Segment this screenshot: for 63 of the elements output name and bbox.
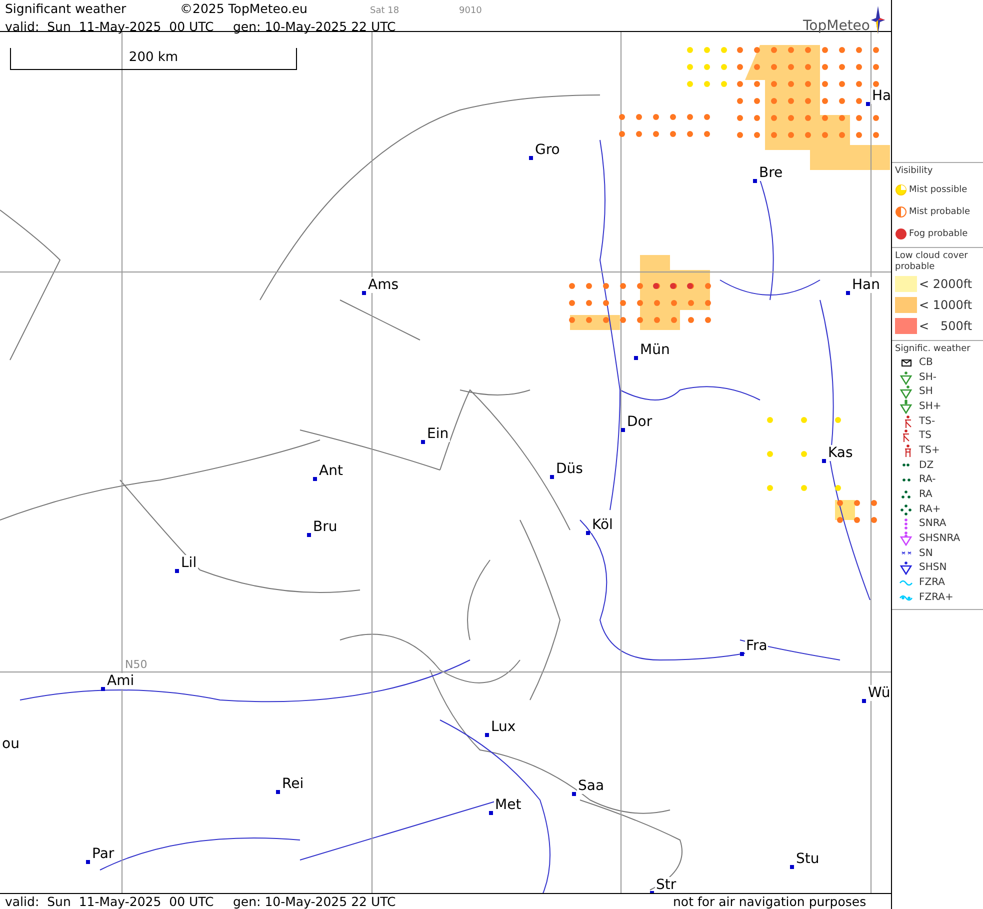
latitude-label: N50 (125, 658, 148, 671)
legend-label: < 500ft (919, 318, 972, 332)
legend-label: SHSN (919, 562, 947, 574)
city-label: Saa (577, 778, 606, 794)
weather-symbol-icon (899, 398, 913, 414)
day-label: Sat 18 (370, 5, 400, 18)
legend-label: < 1000ft (919, 298, 972, 312)
legend-label: < 2000ft (919, 276, 972, 290)
legend-label: Fog probable (909, 229, 968, 239)
weather-symbol-icon (899, 531, 913, 546)
legend-label: SNRA (919, 518, 946, 530)
legend-label: SN (919, 548, 933, 559)
legend-label: RA+ (919, 504, 941, 515)
city-label: Fra (745, 638, 768, 654)
legend-label: SH+ (919, 400, 942, 412)
scale-bar: 200 km (10, 48, 297, 70)
generated-time: gen: 10-May-2025 22 UTC (233, 894, 397, 908)
logo-text: TopMeteo (803, 18, 870, 34)
legend-label: FZRA (919, 577, 945, 588)
city-label: Kas (827, 445, 854, 461)
weather-symbol-icon (899, 502, 913, 517)
city-label: Wü (867, 685, 891, 701)
weather-symbol-icon (899, 384, 913, 400)
legend-label: FZRA+ (919, 592, 954, 603)
weather-symbol-icon (902, 463, 910, 468)
city-label: Köl (591, 517, 614, 533)
legend-label: SH- (919, 372, 936, 383)
legend-label: TS- (919, 416, 936, 427)
disclaimer-text: not for air navigation purposes (673, 894, 866, 908)
legend-label: RA (919, 489, 932, 500)
city-label: Lil (180, 555, 198, 571)
legend-label: Mist probable (909, 207, 970, 217)
weather-symbol-icon (902, 478, 910, 482)
weather-symbol-icon (900, 551, 912, 556)
mist-dot-icon (895, 184, 907, 196)
legend-label: CB (919, 356, 933, 368)
city-label: Bre (758, 165, 784, 181)
mist-dot-icon (895, 206, 907, 218)
compass-star-icon (871, 6, 885, 34)
copyright-text: ©2025 TopMeteo.eu (180, 1, 308, 16)
legend-label: DZ (919, 460, 934, 471)
legend-label: SHSNRA (919, 533, 960, 544)
city-label: Ein (426, 426, 450, 442)
map-title: Significant weather (5, 1, 128, 16)
fog-dot-icon (895, 228, 907, 240)
code-label: 9010 (459, 5, 482, 18)
generated-time: gen: 10-May-2025 22 UTC (233, 19, 396, 34)
city-label: Han (851, 277, 881, 293)
valid-time: valid: Sun 11-May-2025 00 UTC (5, 894, 215, 908)
legend-label: RA- (919, 474, 936, 486)
section-title: Low cloud cover probable (895, 251, 969, 273)
weather-symbol-icon (899, 370, 913, 385)
legend-label: TS (919, 430, 932, 442)
city-label: Ami (106, 673, 136, 689)
legend-label: Mist possible (909, 185, 968, 195)
weather-symbol-icon (899, 560, 913, 576)
legend-label: SH (919, 386, 933, 398)
section-title: Signific. weather (895, 344, 972, 355)
section-title: Visibility (895, 166, 934, 177)
legend-label: TS+ (919, 444, 940, 456)
city-label: Ams (367, 277, 400, 293)
valid-time: valid: Sun 11-May-2025 00 UTC (5, 19, 215, 34)
city-label: Ha (871, 88, 891, 104)
